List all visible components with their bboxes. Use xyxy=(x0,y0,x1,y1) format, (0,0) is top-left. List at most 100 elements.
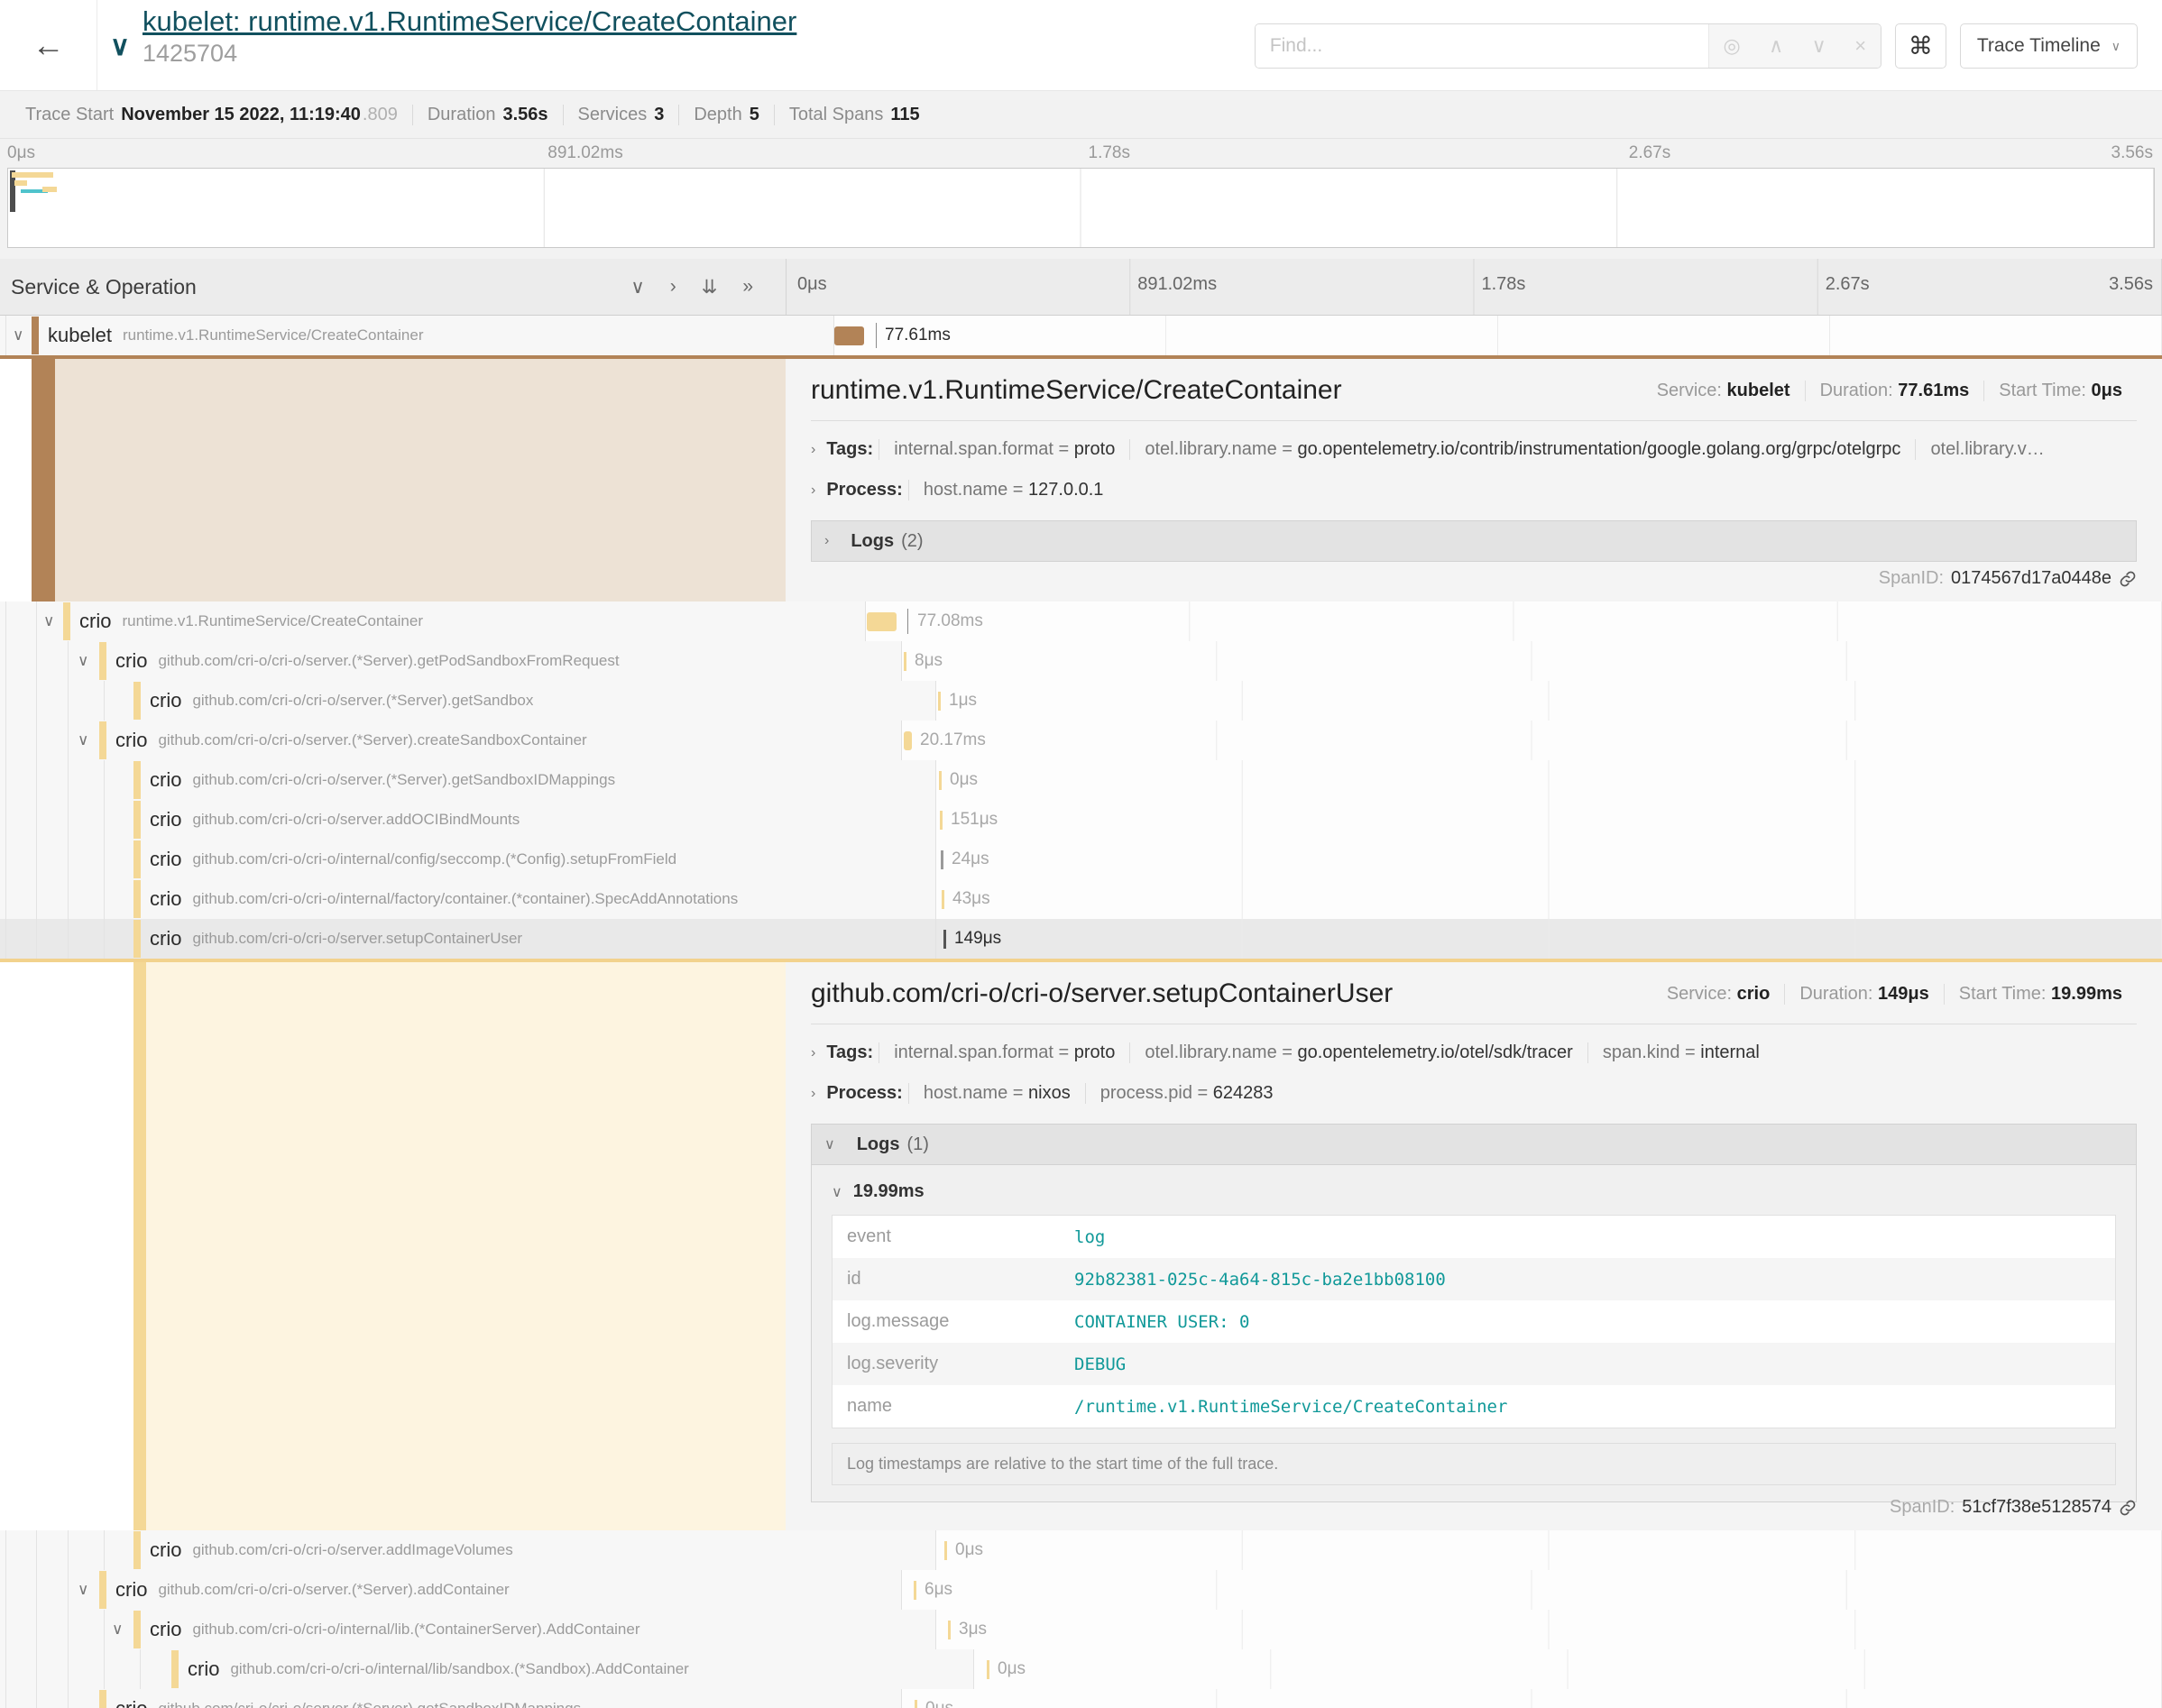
span-name-cell[interactable]: ∨ crio github.com/cri-o/cri-o/server.(*S… xyxy=(0,760,936,800)
span-color-bar xyxy=(133,801,141,839)
detail-duration: Duration: 149μs xyxy=(1784,984,1943,1005)
span-timeline-cell[interactable]: 20.17ms xyxy=(902,721,2162,760)
span-service-name: crio xyxy=(150,768,181,792)
span-row[interactable]: ∨ crio github.com/cri-o/cri-o/server.set… xyxy=(0,919,2162,959)
span-name-cell[interactable]: ∨ crio github.com/cri-o/cri-o/internal/c… xyxy=(0,840,936,879)
span-row[interactable]: ∨ crio github.com/cri-o/cri-o/server.add… xyxy=(0,800,2162,840)
span-duration-bar[interactable] xyxy=(904,652,906,671)
span-row[interactable]: ∨ crio github.com/cri-o/cri-o/server.(*S… xyxy=(0,1570,2162,1610)
span-timeline-cell[interactable]: 8μs xyxy=(902,641,2162,681)
span-timeline-cell[interactable]: 3μs xyxy=(936,1610,2162,1649)
span-duration-bar[interactable] xyxy=(944,1541,947,1560)
chevron-down-icon[interactable]: ∨ xyxy=(112,1621,123,1639)
collapse-all-icon[interactable]: ⇊ xyxy=(702,276,718,298)
span-name-cell[interactable]: ∨ crio runtime.v1.RuntimeService/CreateC… xyxy=(0,601,866,641)
span-duration-bar[interactable] xyxy=(914,1581,916,1600)
span-duration-bar[interactable] xyxy=(939,771,942,790)
span-name-cell[interactable]: ∨ crio github.com/cri-o/cri-o/internal/f… xyxy=(0,879,936,919)
span-duration-bar[interactable] xyxy=(938,692,941,711)
keyboard-shortcuts-button[interactable]: ⌘ xyxy=(1895,23,1946,69)
span-duration-bar[interactable] xyxy=(904,731,912,750)
logs-toggle[interactable]: ∨ Logs (1) xyxy=(812,1125,2136,1165)
span-name-cell[interactable]: ∨ kubelet runtime.v1.RuntimeService/Crea… xyxy=(0,316,834,355)
span-name-cell[interactable]: ∨ crio github.com/cri-o/cri-o/server.(*S… xyxy=(0,1570,902,1610)
span-duration-bar[interactable] xyxy=(915,1700,917,1708)
trace-title-link[interactable]: kubelet: runtime.v1.RuntimeService/Creat… xyxy=(143,5,796,38)
span-service-name: crio xyxy=(115,649,147,673)
tags-row[interactable]: › Tags: internal.span.format = proto ote… xyxy=(811,1042,2137,1063)
stat-value: 3 xyxy=(654,105,664,125)
span-row[interactable]: ∨ crio github.com/cri-o/cri-o/internal/f… xyxy=(0,879,2162,919)
next-match-icon[interactable]: ∨ xyxy=(1812,34,1826,58)
span-row[interactable]: ∨ crio github.com/cri-o/cri-o/server.add… xyxy=(0,1530,2162,1570)
expand-one-icon[interactable]: › xyxy=(670,276,676,298)
span-row[interactable]: ∨ crio github.com/cri-o/cri-o/server.(*S… xyxy=(0,641,2162,681)
span-timeline-cell[interactable]: 151μs xyxy=(936,800,2162,840)
span-timeline-cell[interactable]: 24μs xyxy=(936,840,2162,879)
link-icon[interactable] xyxy=(2119,1499,2137,1517)
span-duration-bar[interactable] xyxy=(834,326,864,345)
log-entry-toggle[interactable]: ∨ 19.99ms xyxy=(832,1181,2116,1202)
process-row[interactable]: › Process: host.name = 127.0.0.1 xyxy=(811,480,2137,500)
tags-row[interactable]: › Tags: internal.span.format = proto ote… xyxy=(811,439,2137,460)
chevron-down-icon[interactable]: ∨ xyxy=(78,1581,88,1599)
span-row[interactable]: ∨ crio github.com/cri-o/cri-o/internal/l… xyxy=(0,1649,2162,1689)
find-input[interactable] xyxy=(1256,24,1708,68)
span-row[interactable]: ∨ crio github.com/cri-o/cri-o/internal/c… xyxy=(0,840,2162,879)
span-name-cell[interactable]: ∨ crio github.com/cri-o/cri-o/internal/l… xyxy=(0,1610,936,1649)
expand-all-icon[interactable]: » xyxy=(742,276,753,298)
expand-collapse-controls: ∨ › ⇊ » xyxy=(630,276,753,298)
link-icon[interactable] xyxy=(2119,570,2137,588)
span-duration-bar[interactable] xyxy=(942,890,944,909)
span-name-cell[interactable]: ∨ crio github.com/cri-o/cri-o/server.(*S… xyxy=(0,1689,902,1708)
clear-search-icon[interactable]: × xyxy=(1854,34,1866,58)
span-row[interactable]: ∨ crio github.com/cri-o/cri-o/internal/l… xyxy=(0,1610,2162,1649)
minimap-canvas[interactable] xyxy=(7,168,2155,248)
span-name-cell[interactable]: ∨ crio github.com/cri-o/cri-o/server.(*S… xyxy=(0,721,902,760)
span-duration-bar[interactable] xyxy=(948,1621,951,1639)
stat-label: Duration xyxy=(428,105,496,125)
chevron-down-icon[interactable]: ∨ xyxy=(13,326,23,344)
span-row[interactable]: ∨ crio runtime.v1.RuntimeService/CreateC… xyxy=(0,601,2162,641)
span-row[interactable]: ∨ kubelet runtime.v1.RuntimeService/Crea… xyxy=(0,316,2162,355)
span-name-cell[interactable]: ∨ crio github.com/cri-o/cri-o/server.(*S… xyxy=(0,681,936,721)
span-name-cell[interactable]: ∨ crio github.com/cri-o/cri-o/server.set… xyxy=(0,919,936,959)
span-name-cell[interactable]: ∨ crio github.com/cri-o/cri-o/server.add… xyxy=(0,800,936,840)
span-name-cell[interactable]: ∨ crio github.com/cri-o/cri-o/server.add… xyxy=(0,1530,936,1570)
collapse-one-icon[interactable]: ∨ xyxy=(630,276,644,298)
view-select-button[interactable]: Trace Timeline ∨ xyxy=(1960,23,2138,69)
span-row[interactable]: ∨ crio github.com/cri-o/cri-o/server.(*S… xyxy=(0,760,2162,800)
span-timeline-cell[interactable]: 77.08ms xyxy=(866,601,2162,641)
detail-title: github.com/cri-o/cri-o/server.setupConta… xyxy=(811,978,1393,1009)
process-chip: host.name = nixos xyxy=(908,1083,1085,1104)
span-timeline-cell[interactable]: 1μs xyxy=(936,681,2162,721)
chevron-down-icon[interactable]: ∨ xyxy=(78,652,88,670)
span-color-bar xyxy=(63,602,70,640)
span-timeline-cell[interactable]: 0μs xyxy=(936,760,2162,800)
span-name-cell[interactable]: ∨ crio github.com/cri-o/cri-o/server.(*S… xyxy=(0,641,902,681)
span-timeline-cell[interactable]: 0μs xyxy=(974,1649,2162,1689)
span-row[interactable]: ∨ crio github.com/cri-o/cri-o/server.(*S… xyxy=(0,721,2162,760)
span-timeline-cell[interactable]: 6μs xyxy=(902,1570,2162,1610)
span-duration-bar[interactable] xyxy=(940,811,943,830)
locate-icon[interactable]: ◎ xyxy=(1724,34,1741,58)
trace-collapse-chevron-icon[interactable]: ∨ xyxy=(110,31,130,90)
back-button[interactable]: ← xyxy=(0,0,97,90)
span-duration-bar[interactable] xyxy=(943,930,946,949)
span-duration-bar[interactable] xyxy=(867,612,897,631)
process-row[interactable]: › Process: host.name = nixos process.pid… xyxy=(811,1083,2137,1104)
span-timeline-cell[interactable]: 149μs xyxy=(936,919,2162,959)
chevron-down-icon[interactable]: ∨ xyxy=(78,731,88,749)
span-duration-bar[interactable] xyxy=(987,1660,989,1679)
span-timeline-cell[interactable]: 0μs xyxy=(902,1689,2162,1708)
span-duration-bar[interactable] xyxy=(941,850,943,869)
span-timeline-cell[interactable]: 77.61ms xyxy=(834,316,2162,355)
logs-toggle[interactable]: › Logs (2) xyxy=(811,520,2137,562)
span-timeline-cell[interactable]: 0μs xyxy=(936,1530,2162,1570)
span-name-cell[interactable]: ∨ crio github.com/cri-o/cri-o/internal/l… xyxy=(0,1649,974,1689)
prev-match-icon[interactable]: ∧ xyxy=(1769,34,1783,58)
span-row[interactable]: ∨ crio github.com/cri-o/cri-o/server.(*S… xyxy=(0,681,2162,721)
span-row[interactable]: ∨ crio github.com/cri-o/cri-o/server.(*S… xyxy=(0,1689,2162,1708)
chevron-down-icon[interactable]: ∨ xyxy=(43,612,54,630)
span-timeline-cell[interactable]: 43μs xyxy=(936,879,2162,919)
